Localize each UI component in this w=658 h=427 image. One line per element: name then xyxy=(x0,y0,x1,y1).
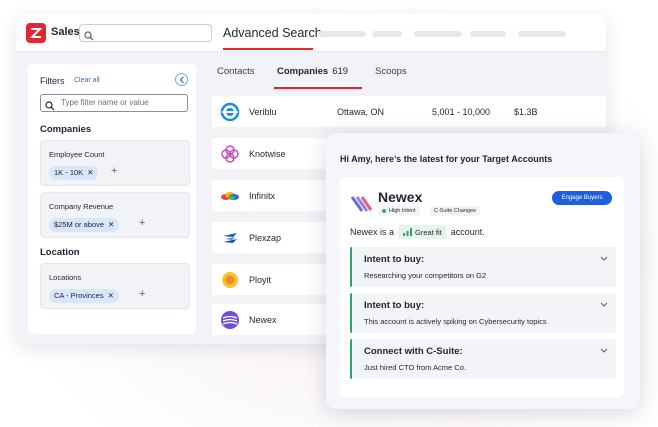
target-accounts-card: Hi Amy, here’s the latest for your Targe… xyxy=(326,133,640,409)
nav-placeholder[interactable] xyxy=(414,31,462,37)
filter-search-input[interactable] xyxy=(40,94,188,112)
filter-group-label: Company Revenue xyxy=(49,202,114,211)
chevron-down-icon[interactable] xyxy=(600,302,608,308)
signal-detail: This account is actively spiking on Cybe… xyxy=(364,317,547,326)
results-tabs: Contacts Companies 619 Scoops xyxy=(212,52,606,90)
page-title-underline xyxy=(223,48,313,50)
add-filter-icon[interactable]: + xyxy=(139,217,145,229)
filter-group-company-revenue[interactable]: Company Revenue $25M or above ✕ + xyxy=(40,192,190,238)
chip-label: CA - Provinces xyxy=(54,291,104,300)
tab-contacts[interactable]: Contacts xyxy=(217,66,255,77)
knotwise-logo-icon xyxy=(220,144,240,164)
filter-search-field[interactable] xyxy=(61,98,181,107)
search-icon xyxy=(84,28,94,46)
active-tab-underline xyxy=(274,87,362,89)
company-employees: 5,001 - 10,000 xyxy=(432,107,491,117)
remove-chip-icon[interactable]: ✕ xyxy=(108,220,114,229)
clear-all-link[interactable]: Clear all xyxy=(74,77,100,84)
newex-logo-icon xyxy=(220,310,240,330)
company-name[interactable]: Veriblu xyxy=(249,107,277,117)
bar-chart-icon xyxy=(403,228,413,236)
nav-placeholder[interactable] xyxy=(470,31,506,37)
company-revenue: $1.3B xyxy=(514,107,538,117)
company-name[interactable]: Knotwise xyxy=(249,149,286,159)
app-name: Sales xyxy=(51,26,80,38)
company-name[interactable]: Infinitx xyxy=(249,191,275,201)
signal-card[interactable]: Intent to buy: This account is actively … xyxy=(350,293,616,333)
top-bar: Sales Advanced Search xyxy=(16,14,606,52)
insight-greeting: Hi Amy, here’s the latest for your Targe… xyxy=(340,154,553,164)
ployit-logo-icon xyxy=(220,270,240,290)
section-title-companies: Companies xyxy=(40,124,92,135)
nav-placeholder[interactable] xyxy=(318,31,366,37)
tag-high-intent: High Intent xyxy=(378,206,420,216)
fit-statement: Newex is a Great fit account. xyxy=(350,225,485,239)
filter-chip-employee-count[interactable]: 1K - 10K ✕ xyxy=(49,166,99,180)
tag-c-suite-changes: C-Suite Changes xyxy=(430,206,480,216)
signal-card[interactable]: Intent to buy: Researching your competit… xyxy=(350,247,616,287)
page-title: Advanced Search xyxy=(223,26,322,40)
global-search-input[interactable] xyxy=(79,24,212,42)
add-filter-icon[interactable]: + xyxy=(139,288,145,300)
fit-prefix: Newex is a xyxy=(350,227,395,237)
fit-badge: Great fit xyxy=(398,225,447,239)
company-name[interactable]: Plexzap xyxy=(249,233,281,243)
chevron-down-icon[interactable] xyxy=(600,256,608,262)
filter-group-label: Employee Count xyxy=(49,150,105,159)
remove-chip-icon[interactable]: ✕ xyxy=(108,291,114,300)
company-name[interactable]: Ployit xyxy=(249,275,271,285)
signal-detail: Researching your competitors on G2 xyxy=(364,271,487,280)
engage-buyers-button[interactable]: Engage Buyers xyxy=(552,191,612,205)
signal-title: Intent to buy: xyxy=(364,254,425,265)
chip-label: $25M or above xyxy=(54,220,105,229)
nav-placeholder[interactable] xyxy=(518,31,566,37)
signal-card[interactable]: Connect with C-Suite: Just hired CTO fro… xyxy=(350,339,616,379)
signal-title: Intent to buy: xyxy=(364,300,425,311)
chevron-down-icon[interactable] xyxy=(600,348,608,354)
tab-count: 619 xyxy=(332,66,349,77)
filter-group-employee-count[interactable]: Employee Count 1K - 10K ✕ + xyxy=(40,140,190,186)
chip-label: 1K - 10K xyxy=(54,168,84,177)
company-name[interactable]: Newex xyxy=(249,315,277,325)
tab-label: Companies xyxy=(277,66,329,77)
remove-chip-icon[interactable]: ✕ xyxy=(87,168,93,177)
filter-chip-locations[interactable]: CA - Provinces ✕ xyxy=(49,289,119,303)
plexzap-logo-icon xyxy=(220,228,240,248)
account-insight-panel: Newex High Intent C-Suite Changes Engage… xyxy=(340,177,624,397)
newex-brand-logo-icon xyxy=(350,193,373,215)
infinitx-logo-icon xyxy=(220,186,240,206)
section-title-location: Location xyxy=(40,247,80,258)
fit-suffix: account. xyxy=(450,227,485,237)
fit-badge-label: Great fit xyxy=(415,227,442,237)
filters-panel: Filters Clear all Companies Employee Cou… xyxy=(28,64,196,334)
signal-title: Connect with C-Suite: xyxy=(364,346,463,357)
search-icon xyxy=(45,98,55,116)
filter-group-locations[interactable]: Locations CA - Provinces ✕ + xyxy=(40,263,190,309)
zoominfo-logo-icon[interactable] xyxy=(26,23,46,43)
veriblu-logo-icon xyxy=(220,102,240,122)
tab-scoops[interactable]: Scoops xyxy=(375,66,407,77)
filters-title: Filters xyxy=(40,76,65,86)
filter-group-label: Locations xyxy=(49,273,82,282)
signal-detail: Just hired CTO from Acme Co. xyxy=(364,363,466,372)
company-row[interactable]: Veriblu Ottawa, ON 5,001 - 10,000 $1.3B xyxy=(212,96,606,128)
nav-placeholder[interactable] xyxy=(372,31,402,37)
add-filter-icon[interactable]: + xyxy=(111,165,117,177)
tag-label: High Intent xyxy=(389,208,416,214)
company-location: Ottawa, ON xyxy=(337,107,385,117)
filter-chip-company-revenue[interactable]: $25M or above ✕ xyxy=(49,218,120,232)
collapse-panel-button[interactable] xyxy=(175,73,188,86)
tab-companies[interactable]: Companies 619 xyxy=(277,66,348,77)
account-name[interactable]: Newex xyxy=(378,189,422,205)
status-dot-icon xyxy=(382,208,386,213)
